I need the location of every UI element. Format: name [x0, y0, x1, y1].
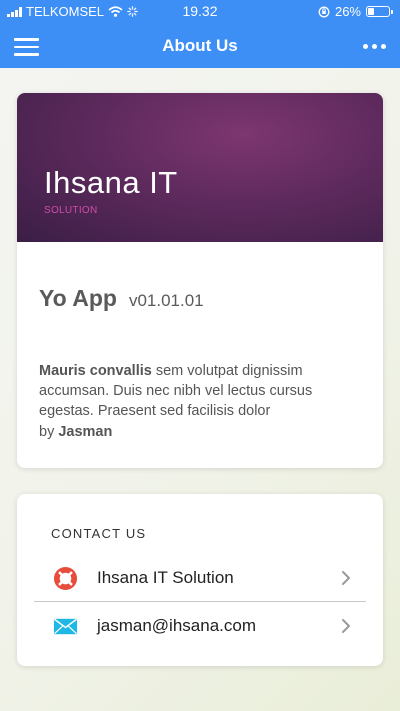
- status-right: 26%: [318, 4, 393, 19]
- contact-heading: CONTACT US: [51, 526, 147, 541]
- chevron-right-icon: [342, 571, 350, 585]
- chevron-right-icon: [342, 619, 350, 633]
- envelope-icon: [53, 618, 78, 635]
- about-card: Ihsana IT SOLUTION Yo App v01.01.01 Maur…: [17, 93, 383, 468]
- contact-item-email[interactable]: jasman@ihsana.com: [34, 602, 366, 650]
- status-bar: TELKOMSEL 19.32 26%: [0, 0, 400, 22]
- contact-item-company[interactable]: Ihsana IT Solution: [34, 554, 366, 602]
- page-title: About Us: [162, 36, 238, 55]
- contact-card: CONTACT US Ihsana IT Solution jasman@ihs…: [17, 494, 383, 666]
- app-info: Yo App v01.01.01: [39, 285, 204, 312]
- app-description: Mauris convallis sem volutpat dignissim …: [39, 361, 359, 421]
- brand-subtitle: SOLUTION: [44, 205, 98, 216]
- orientation-lock-icon: [318, 6, 330, 17]
- app-name: Yo App: [39, 285, 117, 311]
- battery-icon: [366, 6, 393, 17]
- brand-title: Ihsana IT: [44, 165, 178, 200]
- author-line: by Jasman: [39, 424, 112, 440]
- brand-banner: Ihsana IT SOLUTION: [17, 93, 383, 242]
- lifebuoy-icon: [53, 566, 78, 591]
- battery-percent: 26%: [334, 4, 361, 19]
- app-version: v01.01.01: [128, 291, 204, 310]
- contact-item-label: jasman@ihsana.com: [97, 616, 256, 635]
- description-bold: Mauris convallis: [39, 363, 152, 379]
- app-header: TELKOMSEL 19.32 26% About Us: [0, 0, 400, 68]
- author-name: Jasman: [58, 424, 113, 440]
- by-prefix: by: [39, 424, 59, 440]
- nav-bar: About Us: [0, 28, 400, 64]
- more-options-icon[interactable]: [363, 44, 386, 49]
- contact-item-label: Ihsana IT Solution: [97, 568, 234, 587]
